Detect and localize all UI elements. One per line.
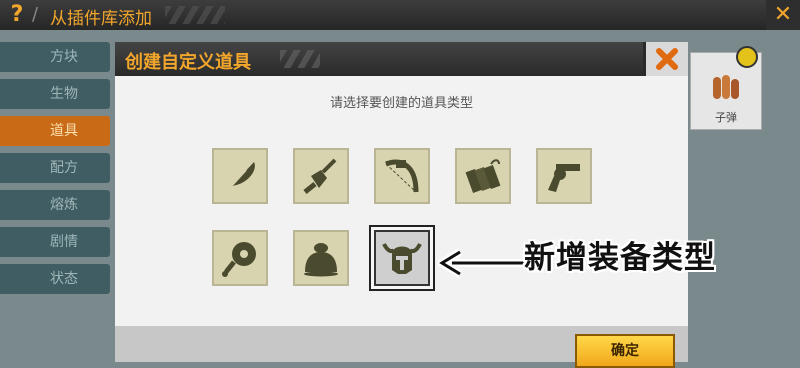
sidebar-item-blocks[interactable]: 方块	[0, 42, 110, 72]
food-bag-icon	[304, 243, 338, 277]
revolver-icon	[548, 164, 580, 192]
type-tile-equipment[interactable]	[371, 227, 433, 289]
type-tile-shovel[interactable]	[293, 148, 349, 204]
decorative-stripes	[280, 50, 320, 68]
sidebar-item-creatures[interactable]: 生物	[0, 79, 110, 109]
meat-icon	[222, 242, 256, 277]
sidebar-item-plot[interactable]: 剧情	[0, 227, 110, 257]
annotation-label: 新增装备类型	[524, 240, 716, 276]
dialog-title: 创建自定义道具	[125, 52, 251, 73]
question-mark-icon[interactable]: ?	[4, 2, 30, 28]
horned-helmet-icon	[382, 243, 422, 274]
bow-icon	[385, 159, 419, 193]
feather-icon	[225, 162, 255, 193]
sidebar-item-items[interactable]: 道具	[0, 116, 110, 146]
dialog-header: 创建自定义道具	[115, 42, 688, 76]
item-card-label: 子弹	[715, 111, 737, 124]
divider: /	[32, 4, 39, 25]
sidebar-item-status[interactable]: 状态	[0, 264, 110, 294]
arrow-left-icon	[438, 248, 528, 278]
bullets-icon	[713, 75, 739, 99]
close-icon	[656, 48, 678, 70]
shovel-icon	[303, 158, 337, 194]
page-title: 从插件库添加	[50, 9, 152, 29]
type-tile-revolver[interactable]	[536, 148, 592, 204]
type-tile-food-bag[interactable]	[293, 230, 349, 286]
close-icon[interactable]: ✕	[766, 0, 800, 30]
type-tile-bow[interactable]	[374, 148, 430, 204]
decorative-stripes	[165, 6, 225, 24]
category-sidebar: 方块 生物 道具 配方 熔炼 剧情 状态	[0, 42, 110, 301]
type-tile-dynamite[interactable]	[455, 148, 511, 204]
dialog-close-button[interactable]	[643, 42, 688, 76]
sidebar-item-smelting[interactable]: 熔炼	[0, 190, 110, 220]
type-tile-meat[interactable]	[212, 230, 268, 286]
dynamite-icon	[465, 159, 501, 194]
dialog-prompt: 请选择要创建的道具类型	[329, 96, 473, 111]
top-bar: ? / 从插件库添加 ✕	[0, 0, 800, 30]
create-item-dialog: 创建自定义道具 请选择要创建的道具类型 确定	[115, 42, 688, 368]
sidebar-item-recipes[interactable]: 配方	[0, 153, 110, 183]
notification-badge	[736, 46, 758, 68]
type-tile-feather[interactable]	[212, 148, 268, 204]
confirm-button[interactable]: 确定	[575, 334, 675, 368]
